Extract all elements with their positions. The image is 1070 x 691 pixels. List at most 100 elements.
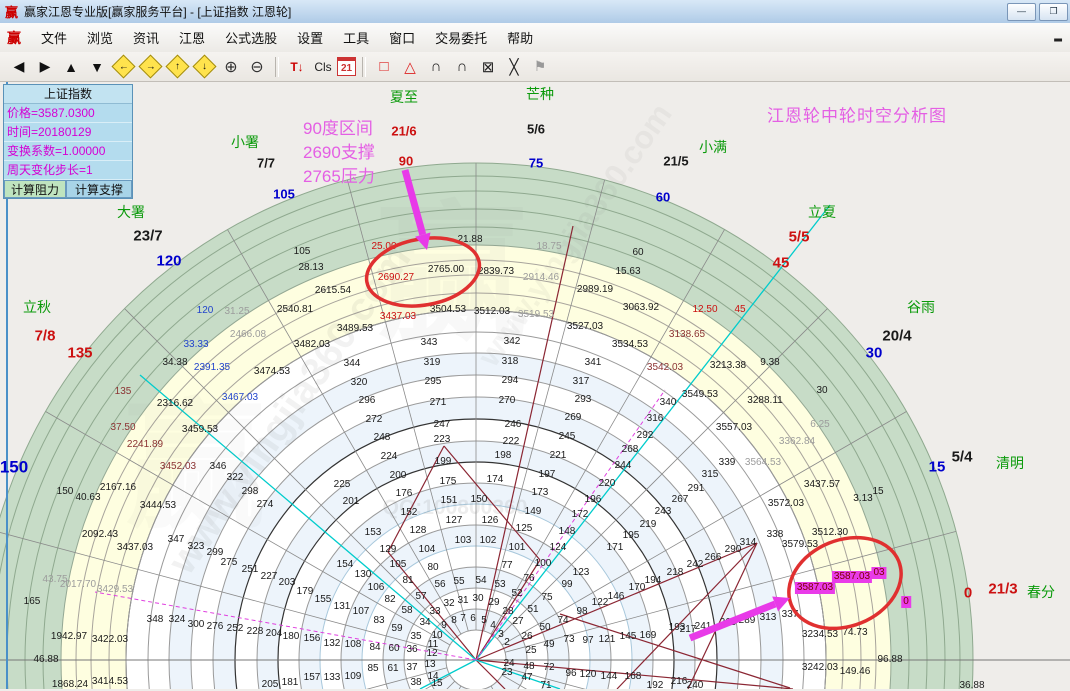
diamond-left-icon[interactable]: ← <box>111 54 135 78</box>
wheel-label: 247 <box>434 420 451 430</box>
wheel-label: 151 <box>441 496 458 506</box>
wheel-label: 169 <box>640 631 657 641</box>
wheel-label: 5/6 <box>527 123 545 136</box>
wheel-label: 251 <box>242 565 259 575</box>
wheel-label: 105 <box>390 560 407 570</box>
minimize-button[interactable]: — <box>1007 3 1036 21</box>
wheel-label: 3527.03 <box>567 322 603 332</box>
wheel-label: 2615.54 <box>315 286 351 296</box>
arc-ccw-icon[interactable]: ∩ <box>450 56 474 78</box>
wheel-label: 大署 <box>117 205 145 219</box>
menu-item-交易委托[interactable]: 交易委托 <box>425 27 497 50</box>
marker-down-icon[interactable]: ▼ <box>85 56 109 78</box>
wheel-label: 3467.03 <box>222 393 258 403</box>
calendar-icon[interactable]: 21 <box>337 57 356 76</box>
wheel-label: 198 <box>495 451 512 461</box>
wheel-label: 21/3 <box>988 582 1017 597</box>
wheel-label: 55 <box>453 577 464 587</box>
wheel-label: 59 <box>391 624 402 634</box>
wheel-label: 82 <box>384 595 395 605</box>
wheel-label: 36 <box>406 645 417 655</box>
wheel-label: 245 <box>559 432 576 442</box>
wheel-label: 2 <box>504 638 510 648</box>
menu-item-窗口[interactable]: 窗口 <box>379 27 425 50</box>
diamond-up-icon[interactable]: ↑ <box>165 54 189 78</box>
wheel-label: 2167.16 <box>100 483 136 493</box>
calc-resistance-button[interactable]: 计算阻力 <box>4 180 66 198</box>
wheel-label: 26 <box>521 632 532 642</box>
wheel-label: 342 <box>504 337 521 347</box>
wheel-label: 31.25 <box>224 307 249 317</box>
diamond-right-icon[interactable]: → <box>138 54 162 78</box>
time-axis-icon[interactable]: T↓ <box>285 56 309 78</box>
menu-item-公式选股[interactable]: 公式选股 <box>215 27 287 50</box>
menu-item-浏览[interactable]: 浏览 <box>77 27 123 50</box>
wheel-label: 2241.89 <box>127 440 163 450</box>
wheel-label: 343 <box>421 338 438 348</box>
wheel-label: 3474.53 <box>254 367 290 377</box>
wheel-label: 204 <box>266 629 283 639</box>
crosshair-icon[interactable]: ╳ <box>502 56 526 78</box>
wheel-label: 3452.03 <box>160 462 196 472</box>
wheel-label: 3542.03 <box>647 363 683 373</box>
wheel-label: 124 <box>550 543 567 553</box>
wheel-label: 180 <box>283 632 300 642</box>
calc-support-button[interactable]: 计算支撑 <box>66 180 132 198</box>
wheel-label: 223 <box>434 435 451 445</box>
xbox-icon[interactable]: ⊠ <box>476 56 500 78</box>
menu-item-江恩[interactable]: 江恩 <box>169 27 215 50</box>
wheel-label: 3512.30 <box>812 528 848 538</box>
wheel-label: 3489.53 <box>337 324 373 334</box>
zoom-out-icon[interactable]: ⊖ <box>245 56 269 78</box>
diamond-down-icon[interactable]: ↓ <box>192 54 216 78</box>
wheel-label: 165 <box>24 597 41 607</box>
wheel-label: 218 <box>667 568 684 578</box>
wheel-label: 102 <box>480 536 497 546</box>
wheel-label: 179 <box>297 587 314 597</box>
triangle-tool[interactable]: △ <box>398 56 422 78</box>
wheel-label: 228 <box>247 627 264 637</box>
flag-icon[interactable]: ⚑ <box>528 56 552 78</box>
forward-icon[interactable]: ▶ <box>33 56 57 78</box>
wheel-label: 37 <box>406 663 417 673</box>
wheel-label: 3362.84 <box>779 437 815 447</box>
wheel-label: 春分 <box>1027 585 1055 599</box>
wheel-label: 341 <box>585 358 602 368</box>
wheel-label: 197 <box>539 470 556 480</box>
wheel-label: 196 <box>585 495 602 505</box>
wheel-label: 3519.53 <box>518 310 554 320</box>
wheel-label: 156 <box>304 634 321 644</box>
menu-item-文件[interactable]: 文件 <box>31 27 77 50</box>
marker-up-icon[interactable]: ▲ <box>59 56 83 78</box>
menu-item-帮助[interactable]: 帮助 <box>497 27 543 50</box>
wheel-label: 立夏 <box>808 205 836 219</box>
rect-tool[interactable]: □ <box>372 56 396 78</box>
menu-item-设置[interactable]: 设置 <box>287 27 333 50</box>
cls-icon[interactable]: Cls <box>311 56 335 78</box>
wheel-label: 立秋 <box>23 300 51 314</box>
wheel-label: 323 <box>188 542 205 552</box>
wheel-label: 348 <box>147 615 164 625</box>
zoom-in-icon[interactable]: ⊕ <box>219 56 243 78</box>
wheel-label: 34 <box>419 618 430 628</box>
wheel-label: 276 <box>207 622 224 632</box>
wheel-label: 150 <box>0 459 28 476</box>
wheel-label: 54 <box>475 576 486 586</box>
wheel-label: 2092.43 <box>82 530 118 540</box>
wheel-label: 84 <box>369 643 380 653</box>
wheel-label: 135 <box>115 387 132 397</box>
wheel-label: 106 <box>368 583 385 593</box>
arc-cw-icon[interactable]: ∩ <box>424 56 448 78</box>
wheel-label: 181 <box>282 678 299 688</box>
menu-item-工具[interactable]: 工具 <box>333 27 379 50</box>
tool-bar: ◀▶▲▼←→↑↓⊕⊖T↓Cls21□△∩∩⊠╳⚑ <box>0 52 1070 82</box>
wheel-label: 105 <box>294 247 311 257</box>
menu-minimize-icon[interactable]: ▂ <box>1054 31 1062 42</box>
maximize-button[interactable]: ❐ <box>1039 3 1068 21</box>
wheel-label: 47 <box>521 673 532 683</box>
wheel-label: 132 <box>324 639 341 649</box>
wheel-label: 221 <box>550 451 567 461</box>
menu-item-资讯[interactable]: 资讯 <box>123 27 169 50</box>
chart-title-annotation: 江恩轮中轮时空分析图 <box>767 102 947 127</box>
back-icon[interactable]: ◀ <box>7 56 31 78</box>
